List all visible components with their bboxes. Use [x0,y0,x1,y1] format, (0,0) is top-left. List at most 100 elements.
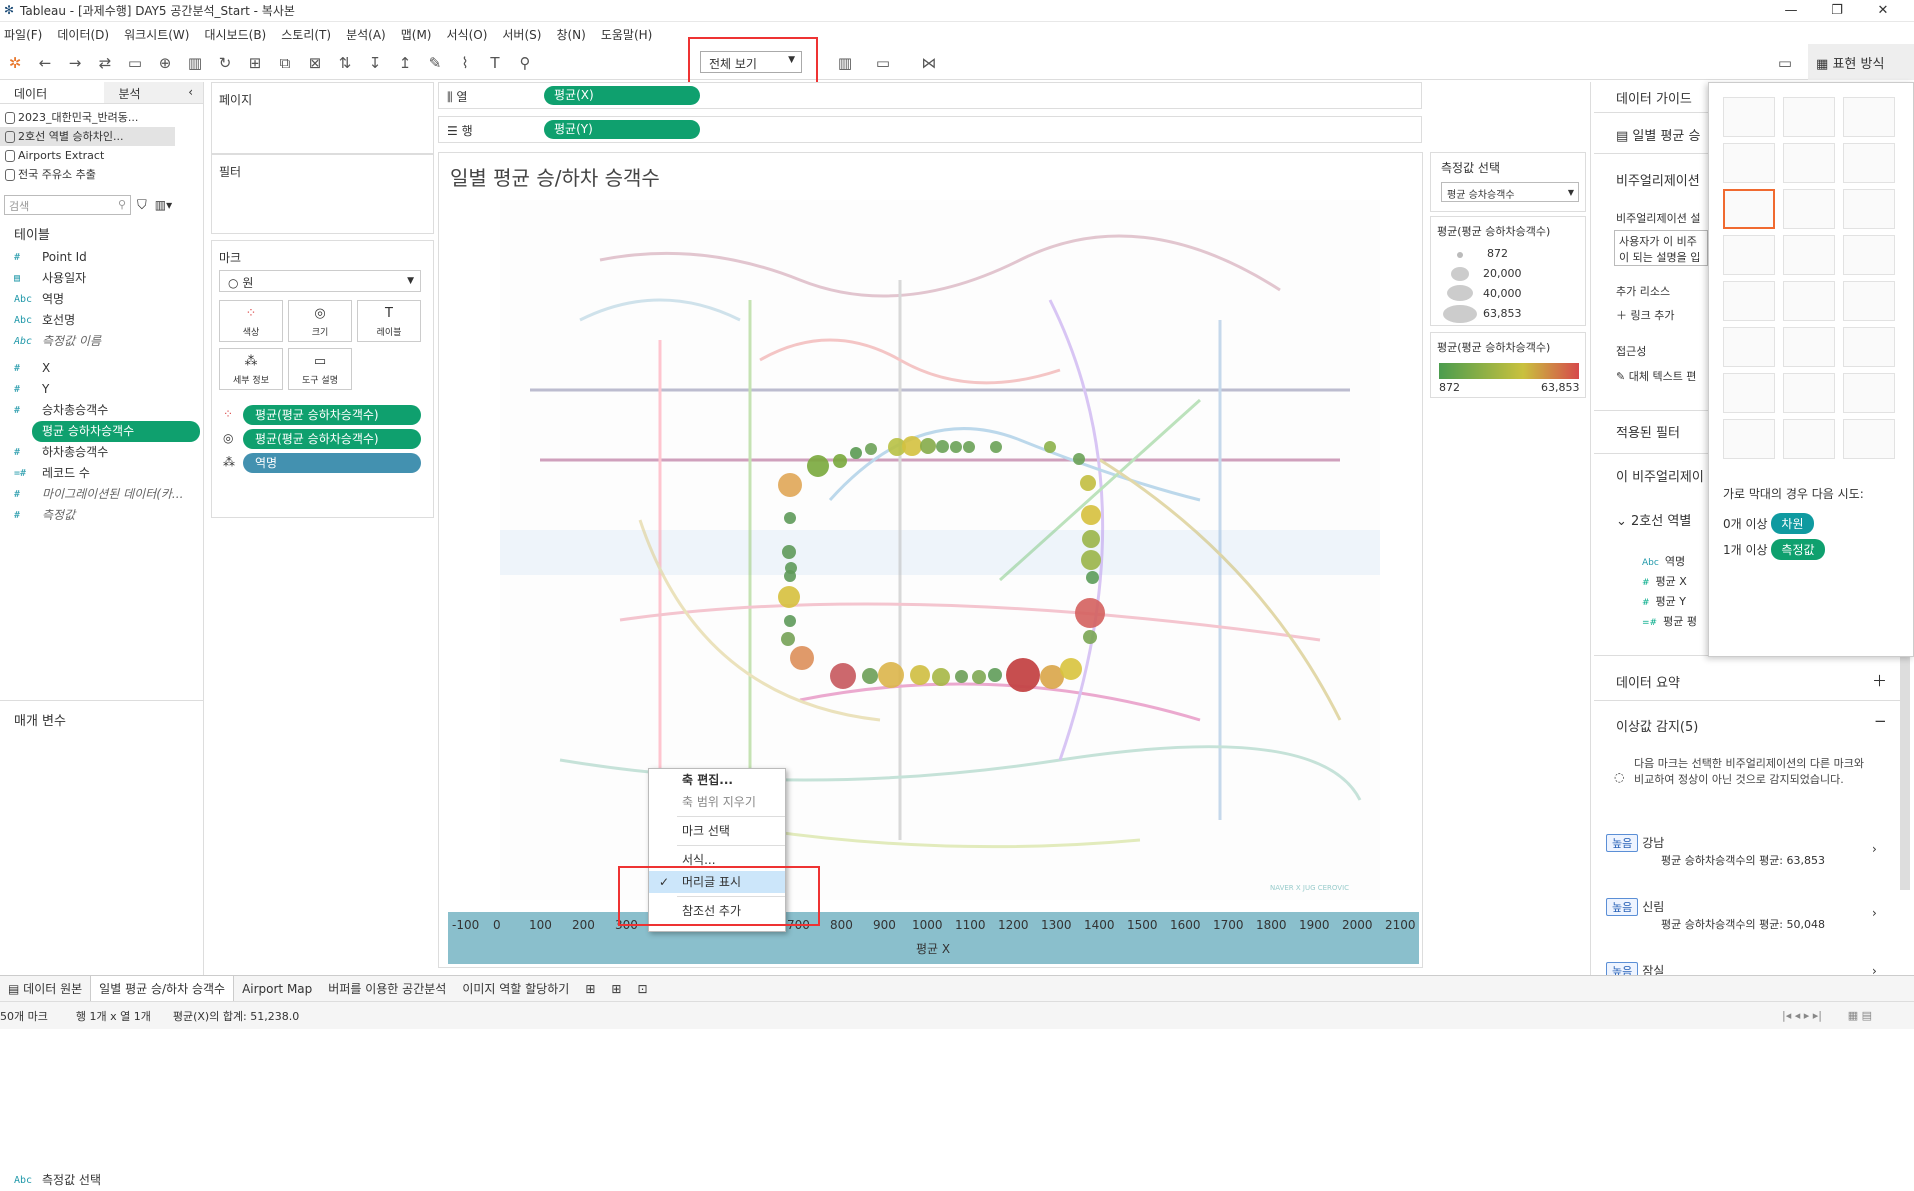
station-mark[interactable] [1082,530,1100,548]
station-mark[interactable] [785,562,797,574]
menu-format[interactable]: 서식(O) [447,26,488,43]
station-mark[interactable] [781,632,795,646]
clear-sheet-icon[interactable]: ⊠ [302,50,328,76]
datasource-item[interactable]: 전국 주유소 추출 [0,165,203,184]
size-button[interactable]: ◎ 크기 [288,300,352,342]
show-me-button[interactable]: ▦ 표현 방식 [1808,44,1914,80]
station-mark[interactable] [778,586,800,608]
chevron-right-icon[interactable]: › [1872,842,1877,856]
field-item[interactable]: # 측정값 [0,505,203,526]
chart-type-scatter[interactable] [1723,373,1775,413]
new-dashboard-icon[interactable]: ⊞ [603,976,629,1002]
presentation-icon[interactable]: ▭ [870,50,896,76]
group-icon[interactable]: ⌇ [452,50,478,76]
menu-data[interactable]: 데이터(D) [57,26,109,43]
sort-desc-icon[interactable]: ↥ [392,50,418,76]
station-mark[interactable] [850,447,862,459]
swap-icon[interactable]: ⇅ [332,50,358,76]
station-mark[interactable] [790,646,814,670]
station-mark[interactable] [1044,441,1056,453]
label-button[interactable]: T 레이블 [357,300,421,342]
new-datasource-icon[interactable]: ⊕ [152,50,178,76]
station-mark[interactable] [784,512,796,524]
tab-analysis[interactable]: 분석 ‹ [104,82,203,103]
chevron-right-icon[interactable]: › [1872,906,1877,920]
station-mark[interactable] [1086,571,1099,584]
station-mark[interactable] [865,443,877,455]
chart-type-highlight-table[interactable] [1843,97,1895,137]
station-mark[interactable] [878,662,904,688]
search-input[interactable]: 검색 ⚲ [4,195,131,215]
refresh-icon[interactable]: ↻ [212,50,238,76]
station-mark[interactable] [1075,598,1105,628]
chart-type-pie[interactable] [1843,143,1895,183]
field-item[interactable]: # 하차총승객수 [0,442,203,463]
chart-type-gantt[interactable] [1723,419,1775,459]
nav-icons[interactable]: |◂ ◂ ▸ ▸| [1782,1009,1822,1022]
menu-select-marks[interactable]: 마크 선택 [649,820,785,842]
datasource-item[interactable]: Airports Extract [0,146,203,165]
datasource-item[interactable]: 2호선 역별 승하차인... [0,127,175,146]
chart-type-area-disc[interactable] [1783,327,1835,367]
redo-icon[interactable]: → [62,50,88,76]
datasource-item[interactable]: 2023_대한민국_반려동... [0,108,203,127]
chart-label-item[interactable]: ▤ 일별 평균 승 [1594,125,1701,144]
field-item-selected[interactable]: 평균 승하차승객수 [32,421,200,442]
field-item[interactable]: =# 레코드 수 [0,463,203,484]
chart-type-text-table[interactable] [1723,97,1775,137]
station-mark[interactable] [902,436,922,456]
tab-sheet[interactable]: Airport Map [234,976,320,1002]
station-mark[interactable] [862,668,878,684]
pause-icon[interactable]: ▥ [182,50,208,76]
maximize-button[interactable]: ❐ [1814,0,1860,22]
station-mark[interactable] [988,668,1002,682]
alt-text[interactable]: ✎ 대체 텍스트 편 [1594,368,1696,384]
menu-file[interactable]: 파일(F) [4,26,42,43]
pages-card[interactable]: 페이지 [211,82,434,154]
station-mark[interactable] [936,440,949,453]
station-mark[interactable] [1080,475,1096,491]
param-select[interactable]: 평균 승차승객수 ▼ [1441,182,1579,202]
station-mark[interactable] [932,668,950,686]
replay-icon[interactable]: ⇄ [92,50,118,76]
chart-type-side-bar[interactable] [1843,189,1895,229]
station-mark[interactable] [784,615,796,627]
field-item[interactable]: ▤ 사용일자 [0,268,203,289]
new-worksheet-icon[interactable]: ⊞ [577,976,603,1002]
station-mark[interactable] [807,455,829,477]
sort-asc-icon[interactable]: ↧ [362,50,388,76]
close-button[interactable]: ✕ [1860,0,1906,22]
menu-analysis[interactable]: 분석(A) [346,26,386,43]
tab-sheet[interactable]: 이미지 역할 할당하기 [454,976,577,1002]
tooltip-button[interactable]: ▭ 도구 설명 [288,348,352,390]
grid-view-icon[interactable]: ▦ ▤ [1848,1009,1872,1022]
chart-type-side-circle[interactable] [1843,235,1895,275]
outlier-item[interactable]: 높음 신림 평균 승하차승객수의 평균: 50,048 [1606,898,1906,932]
plus-icon[interactable]: ＋ [1872,670,1887,691]
save-icon[interactable]: ▭ [122,50,148,76]
menu-story[interactable]: 스토리(T) [281,26,331,43]
field-item[interactable]: Abc 호선명 [0,310,203,331]
chart-type-heatmap[interactable] [1783,97,1835,137]
tab-datasource[interactable]: ▤ 데이터 원본 [0,976,90,1002]
chart-type-dual-combo[interactable] [1843,327,1895,367]
minimize-button[interactable]: — [1768,0,1814,22]
add-link[interactable]: ＋ 링크 추가 [1594,307,1674,323]
outlier-item[interactable]: 높음 강남 평균 승하차승객수의 평균: 63,853 [1606,834,1906,868]
field-item[interactable]: Abc 역명 [0,289,203,310]
station-mark[interactable] [990,441,1002,453]
chart-type-bullet[interactable] [1783,419,1835,459]
rows-pill[interactable]: 평균(Y) [544,120,700,139]
duplicate-icon[interactable]: ⧉ [272,50,298,76]
size-pill[interactable]: 평균(평균 승하차승객수) [243,429,421,449]
datasource-tree[interactable]: ⌄ 2호선 역별 [1594,510,1691,529]
collapse-icon[interactable]: ‹ [188,85,193,99]
menu-help[interactable]: 도움말(H) [601,26,653,43]
mark-type-select[interactable]: ○ 원 ▼ [219,270,421,292]
data-summary[interactable]: 데이터 요약 [1594,672,1680,691]
x-axis[interactable]: -100 0 100 200 300 400 500 600 700 800 9… [448,912,1419,964]
station-mark[interactable] [950,441,962,453]
chart-type-treemap[interactable] [1723,235,1775,275]
chart-type-line-cont[interactable] [1723,281,1775,321]
station-marks[interactable] [500,200,1380,900]
